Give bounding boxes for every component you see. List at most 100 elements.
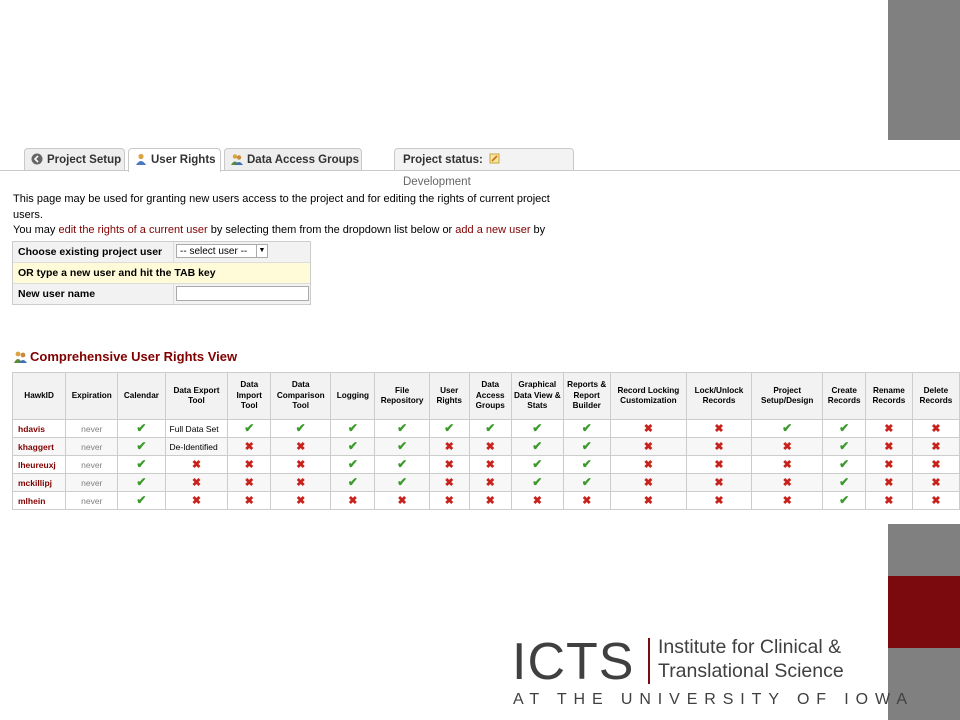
intro-text-segment: by selecting them from the dropdown list…	[207, 224, 456, 236]
cross-icon: ✖	[270, 473, 332, 492]
cross-icon: ✖	[643, 440, 653, 453]
cross-icon: ✖	[911, 437, 960, 456]
status-label: Project status:	[403, 154, 483, 166]
cross-icon: ✖	[884, 440, 894, 453]
new-user-input[interactable]	[176, 286, 309, 301]
tab-label: Data Access Groups	[247, 154, 360, 166]
choose-user-label: Choose existing project user	[18, 246, 163, 258]
cross-icon: ✖	[931, 422, 941, 435]
cross-icon: ✖	[884, 476, 894, 489]
decor-bar-top	[888, 0, 960, 140]
logo-university-line: AT THE UNIVERSITY OF IOWA	[513, 691, 914, 708]
check-icon: ✔	[532, 475, 543, 489]
check-icon: ✔	[374, 473, 430, 492]
check-icon: ✔	[117, 437, 166, 456]
cross-icon: ✖	[444, 476, 454, 489]
intro-text-segment: You may	[13, 224, 59, 236]
check-icon: ✔	[562, 473, 611, 492]
check-icon: ✔	[330, 473, 376, 492]
check-icon: ✔	[428, 419, 470, 438]
expiration-cell: never	[65, 473, 119, 492]
cross-icon: ✖	[244, 494, 254, 507]
expiration-cell: never	[65, 491, 119, 510]
check-icon: ✔	[532, 457, 543, 471]
edit-user-link[interactable]: edit the rights of a current user	[58, 224, 207, 236]
column-header: Record Locking Customization	[609, 372, 688, 420]
cross-icon: ✖	[468, 437, 512, 456]
cross-icon: ✖	[227, 491, 272, 510]
cross-icon: ✖	[864, 419, 913, 438]
cross-icon: ✖	[444, 494, 454, 507]
check-icon: ✔	[347, 439, 358, 453]
cross-icon: ✖	[428, 455, 470, 474]
tab-data-access-groups[interactable]: Data Access Groups	[224, 148, 362, 170]
user-link[interactable]: hdavis	[11, 419, 67, 438]
cross-icon: ✖	[485, 458, 495, 471]
new-user-hint-row: OR type a new user and hit the TAB key	[13, 263, 310, 284]
check-icon: ✔	[117, 455, 166, 474]
cross-icon: ✖	[296, 458, 306, 471]
cross-icon: ✖	[348, 494, 358, 507]
cross-icon: ✖	[296, 494, 306, 507]
expiration-cell: never	[65, 455, 119, 474]
cross-icon: ✖	[428, 491, 470, 510]
check-icon: ✔	[822, 455, 866, 474]
column-header: Data Export Tool	[164, 372, 229, 420]
cross-icon: ✖	[227, 455, 272, 474]
cross-icon: ✖	[864, 437, 913, 456]
tab-label: User Rights	[151, 154, 216, 166]
check-icon: ✔	[562, 437, 611, 456]
table-row: hdavis never ✔ Full Data Set ✔ ✔ ✔ ✔ ✔ ✔ ✔ ✔ ✖ ✖ ✔ ✔ ✖ ✖	[11, 419, 960, 438]
check-icon: ✔	[562, 455, 611, 474]
check-icon: ✔	[782, 421, 793, 435]
check-icon: ✔	[330, 419, 376, 438]
rights-view-title-text: Comprehensive User Rights View	[30, 349, 238, 364]
user-link[interactable]: mlhein	[11, 491, 67, 510]
check-icon: ✔	[532, 439, 543, 453]
cross-icon: ✖	[782, 458, 792, 471]
column-header: Calendar	[117, 372, 166, 420]
user-link[interactable]: khaggert	[11, 437, 67, 456]
cross-icon: ✖	[374, 491, 430, 510]
export-level-cell: Full Data Set	[164, 419, 229, 438]
table-row: mlhein never ✔ ✖ ✖ ✖ ✖ ✖ ✖ ✖ ✖ ✖ ✖ ✖ ✖ ✔ ✖ ✖	[11, 491, 960, 510]
column-header: Reports & Report Builder	[562, 372, 611, 420]
user-select-dropdown[interactable]: -- select user -- ▼	[176, 244, 268, 258]
column-header: Create Records	[822, 372, 866, 420]
check-icon: ✔	[397, 439, 408, 453]
check-icon: ✔	[468, 419, 512, 438]
user-select-form: Choose existing project user -- select u…	[12, 241, 311, 305]
cross-icon: ✖	[164, 473, 229, 492]
cross-icon: ✖	[609, 437, 688, 456]
check-icon: ✔	[330, 455, 376, 474]
cross-icon: ✖	[609, 473, 688, 492]
cross-icon: ✖	[931, 476, 941, 489]
column-header: Rename Records	[864, 372, 913, 420]
cross-icon: ✖	[397, 494, 407, 507]
column-header: File Repository	[374, 372, 430, 420]
cross-icon: ✖	[643, 476, 653, 489]
tab-user-rights[interactable]: User Rights	[128, 148, 221, 172]
decor-bar-gray	[888, 524, 960, 576]
table-row: lheureuxj never ✔ ✖ ✖ ✖ ✔ ✔ ✖ ✖ ✔ ✔ ✖ ✖ ✖ ✔ ✖ ✖	[11, 455, 960, 474]
check-icon: ✔	[581, 457, 592, 471]
expiration-cell: never	[65, 437, 119, 456]
decor-bar-red	[888, 576, 960, 648]
tab-project-setup[interactable]: Project Setup	[24, 148, 125, 170]
user-link[interactable]: mckillipj	[11, 473, 67, 492]
cross-icon: ✖	[911, 455, 960, 474]
cross-icon: ✖	[244, 476, 254, 489]
cross-icon: ✖	[191, 494, 202, 507]
add-user-link[interactable]: add a new user	[455, 224, 530, 236]
project-status: Project status: Development	[394, 148, 574, 188]
cross-icon: ✖	[164, 455, 229, 474]
cross-icon: ✖	[911, 473, 960, 492]
cross-icon: ✖	[562, 491, 611, 510]
user-link[interactable]: lheureuxj	[11, 455, 67, 474]
cross-icon: ✖	[244, 440, 254, 453]
check-icon: ✔	[839, 475, 850, 489]
check-icon: ✔	[397, 421, 408, 435]
user-rights-table: HawkID Expiration Calendar Data Export Tool…	[11, 372, 960, 510]
check-icon: ✔	[839, 421, 850, 435]
cross-icon: ✖	[270, 437, 332, 456]
